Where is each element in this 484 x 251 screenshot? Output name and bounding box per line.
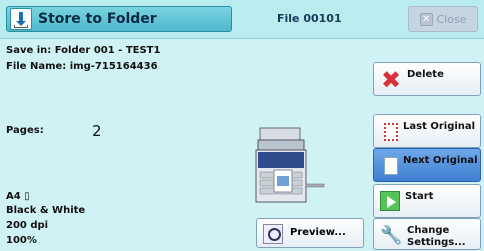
change-settings-line2: Settings... <box>407 237 466 248</box>
close-label: Close <box>436 12 467 26</box>
delete-x-icon: ✖ <box>380 66 402 94</box>
last-original-label: Last Original <box>403 121 476 132</box>
store-to-folder-icon <box>10 8 32 30</box>
delete-button[interactable]: ✖ Delete <box>373 62 481 96</box>
delete-label: Delete <box>407 69 444 80</box>
start-play-icon <box>380 191 400 211</box>
change-settings-button[interactable]: 🔧 Change Settings... <box>373 218 481 250</box>
color-mode-text: Black & White <box>6 205 86 216</box>
file-name-text: File Name: img-715164436 <box>6 61 158 72</box>
next-original-label: Next Original <box>403 155 478 166</box>
change-settings-label: Change Settings... <box>407 225 466 249</box>
last-original-page-icon <box>384 123 398 141</box>
title-bar: Store to Folder File 00101 ✕ Close <box>0 0 484 39</box>
start-label: Start <box>405 191 434 202</box>
paper-size-text: A4 ▯ <box>6 191 30 202</box>
close-button[interactable]: ✕ Close <box>408 6 478 32</box>
preview-button[interactable]: Preview... <box>256 218 364 248</box>
file-label: File 00101 <box>277 12 342 25</box>
preview-label: Preview... <box>290 227 346 238</box>
settings-tools-icon: 🔧 <box>380 225 403 246</box>
change-settings-line1: Change <box>407 225 450 236</box>
start-button[interactable]: Start <box>373 184 481 218</box>
next-original-page-icon <box>384 157 398 175</box>
save-in-text: Save in: Folder 001 - TEST1 <box>6 45 161 56</box>
last-original-button[interactable]: Last Original <box>373 114 481 148</box>
pages-value: 2 <box>92 122 102 140</box>
next-original-button[interactable]: Next Original <box>373 148 481 182</box>
zoom-text: 100% <box>6 235 37 246</box>
magnifier-icon <box>263 224 283 244</box>
pages-label: Pages: <box>6 125 44 136</box>
title-text: Store to Folder <box>38 11 157 27</box>
close-icon: ✕ <box>419 12 433 26</box>
resolution-text: 200 dpi <box>6 220 49 231</box>
screen-title: Store to Folder <box>6 6 232 32</box>
store-to-folder-screen: Store to Folder File 00101 ✕ Close Save … <box>0 0 484 251</box>
multifunction-printer-image <box>255 127 325 203</box>
